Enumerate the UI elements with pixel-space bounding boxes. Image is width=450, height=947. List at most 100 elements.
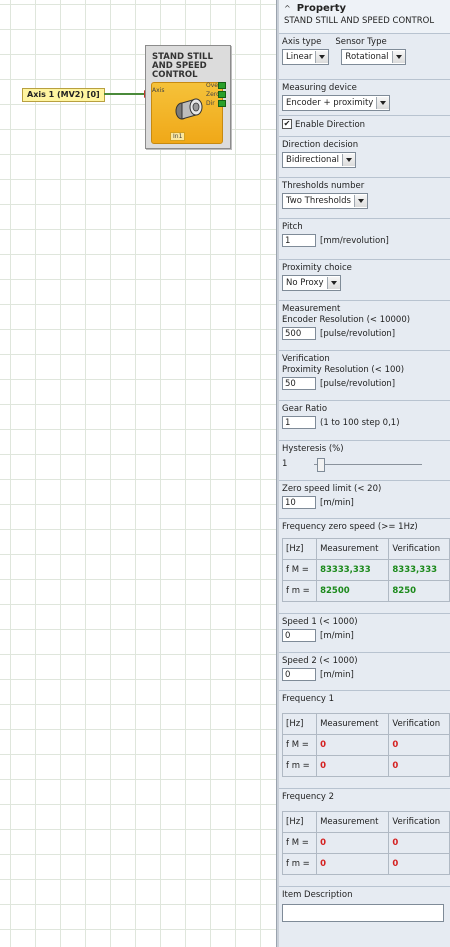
- block-title: STAND STILL AND SPEED CONTROL: [152, 53, 213, 80]
- measuring-device-select[interactable]: Encoder + proximity: [282, 95, 391, 111]
- table-row: f M = 0 0: [281, 734, 450, 756]
- output-pin-over[interactable]: [218, 82, 226, 89]
- design-canvas[interactable]: Axis 1 (MV2) [0] STAND STILL AND SPEED C…: [0, 0, 276, 947]
- sensor-type-value: Rotational: [345, 52, 389, 62]
- table-header-row: [Hz] Measurement Verification: [281, 538, 450, 560]
- hysteresis-value: 1: [282, 459, 288, 469]
- property-header: ^ Property STAND STILL AND SPEED CONTROL: [279, 0, 450, 34]
- measuring-device-value: Encoder + proximity: [286, 98, 374, 108]
- sensor-type-label: Sensor Type: [335, 37, 387, 47]
- frequency-zero-speed-table: [Hz] Measurement Verification f M = 8333…: [281, 538, 450, 602]
- chevron-down-icon: [353, 195, 367, 207]
- axis-input-label[interactable]: Axis 1 (MV2) [0]: [22, 88, 105, 102]
- hysteresis-slider[interactable]: 1: [282, 458, 446, 472]
- verification-value: 0: [388, 755, 450, 777]
- table-row: f M = 83333,333 8333,333: [281, 559, 450, 581]
- measurement-value: 0: [316, 832, 390, 854]
- collapse-caret-icon[interactable]: ^: [284, 4, 291, 13]
- column-header: Measurement: [316, 713, 390, 735]
- column-header: Verification: [388, 811, 450, 833]
- proximity-choice-select[interactable]: No Proxy: [282, 275, 341, 291]
- axis-type-label: Axis type: [282, 37, 322, 47]
- speed1-label: Speed 1 (< 1000): [282, 617, 358, 627]
- gear-ratio-label: Gear Ratio: [282, 404, 328, 414]
- measuring-device-section: Measuring device Encoder + proximity: [279, 80, 450, 116]
- slider-thumb[interactable]: [317, 458, 325, 472]
- encoder-resolution-unit: [pulse/revolution]: [320, 328, 396, 339]
- table-header-row: [Hz] Measurement Verification: [281, 713, 450, 735]
- speed1-input[interactable]: 0: [282, 629, 316, 642]
- speed2-unit: [m/min]: [320, 669, 354, 680]
- direction-decision-value: Bidirectional: [286, 155, 340, 165]
- input-port-axis: Axis: [152, 87, 165, 94]
- column-header: [Hz]: [281, 811, 318, 833]
- chevron-down-icon: [315, 51, 329, 63]
- input-tag: In1: [170, 132, 186, 141]
- thresholds-number-label: Thresholds number: [282, 181, 365, 191]
- frequency-zero-speed-section: Frequency zero speed (>= 1Hz) [Hz] Measu…: [279, 519, 450, 614]
- zero-speed-input[interactable]: 10: [282, 496, 316, 509]
- axis-type-select[interactable]: Linear: [282, 49, 330, 65]
- thresholds-number-value: Two Thresholds: [286, 196, 351, 206]
- verification-value: 0: [388, 832, 450, 854]
- proximity-resolution-unit: [pulse/revolution]: [320, 378, 396, 389]
- hysteresis-section: Hysteresis (%) 1: [279, 441, 450, 481]
- speed2-section: Speed 2 (< 1000) 0 [m/min]: [279, 653, 450, 691]
- speed2-input[interactable]: 0: [282, 668, 316, 681]
- rotating-shaft-icon: [175, 98, 203, 120]
- measurement-value: 82500: [316, 580, 390, 602]
- thresholds-number-select[interactable]: Two Thresholds: [282, 193, 368, 209]
- row-label: f m =: [281, 580, 318, 602]
- proximity-resolution-input[interactable]: 50: [282, 377, 316, 390]
- zero-speed-label: Zero speed limit (< 20): [282, 484, 382, 494]
- property-panel: ^ Property STAND STILL AND SPEED CONTROL …: [279, 0, 450, 947]
- verification-value: 0: [388, 853, 450, 875]
- sensor-type-select[interactable]: Rotational: [341, 49, 406, 65]
- axis-sensor-section: Axis type Sensor Type Linear Rotational: [279, 34, 450, 80]
- block-title-line: CONTROL: [152, 70, 198, 80]
- gear-ratio-input[interactable]: 1: [282, 416, 316, 429]
- measurement-value: 0: [316, 734, 390, 756]
- frequency1-section: Frequency 1 [Hz] Measurement Verificatio…: [279, 691, 450, 789]
- row-label: f m =: [281, 755, 318, 777]
- enable-direction-section: ✔ Enable Direction: [279, 116, 450, 137]
- measurement-section: Measurement Encoder Resolution (< 10000)…: [279, 301, 450, 351]
- verification-value: 8333,333: [388, 559, 450, 581]
- measurement-value: 83333,333: [316, 559, 390, 581]
- verification-value: 8250: [388, 580, 450, 602]
- column-header: [Hz]: [281, 538, 318, 560]
- verification-section: Verification Proximity Resolution (< 100…: [279, 351, 450, 401]
- block-body: Axis Over Zero Dir In1: [151, 82, 223, 144]
- pitch-input[interactable]: 1: [282, 234, 316, 247]
- encoder-resolution-label: Encoder Resolution (< 10000): [282, 315, 411, 325]
- proximity-choice-label: Proximity choice: [282, 263, 352, 273]
- row-label: f M =: [281, 832, 318, 854]
- speed1-unit: [m/min]: [320, 630, 354, 641]
- proximity-resolution-label: Proximity Resolution (< 100): [282, 365, 405, 375]
- table-row: f m = 0 0: [281, 853, 450, 875]
- stand-still-speed-control-block[interactable]: STAND STILL AND SPEED CONTROL Axis Over …: [145, 45, 231, 149]
- measurement-label: Measurement: [282, 304, 341, 314]
- gear-ratio-unit: (1 to 100 step 0,1): [320, 417, 400, 428]
- output-pin-zero[interactable]: [218, 91, 226, 98]
- chevron-down-icon: [376, 97, 390, 109]
- enable-direction-label: Enable Direction: [295, 120, 366, 130]
- column-header: Measurement: [316, 811, 390, 833]
- gear-ratio-section: Gear Ratio 1 (1 to 100 step 0,1): [279, 401, 450, 441]
- output-pin-dir[interactable]: [218, 100, 226, 107]
- item-description-input[interactable]: [282, 904, 444, 922]
- direction-decision-select[interactable]: Bidirectional: [282, 152, 357, 168]
- measuring-device-label: Measuring device: [282, 83, 357, 93]
- enable-direction-checkbox[interactable]: ✔: [282, 119, 292, 129]
- column-header: Verification: [388, 538, 450, 560]
- encoder-resolution-input[interactable]: 500: [282, 327, 316, 340]
- property-subtitle: STAND STILL AND SPEED CONTROL: [284, 16, 435, 26]
- frequency2-label: Frequency 2: [282, 792, 335, 802]
- output-label-dir: Dir: [206, 100, 215, 107]
- zero-speed-section: Zero speed limit (< 20) 10 [m/min]: [279, 481, 450, 519]
- frequency-zero-speed-label: Frequency zero speed (>= 1Hz): [282, 522, 418, 532]
- frequency2-table: [Hz] Measurement Verification f M = 0 0 …: [281, 811, 450, 875]
- row-label: f M =: [281, 559, 318, 581]
- chevron-down-icon: [342, 154, 356, 166]
- hysteresis-label: Hysteresis (%): [282, 444, 344, 454]
